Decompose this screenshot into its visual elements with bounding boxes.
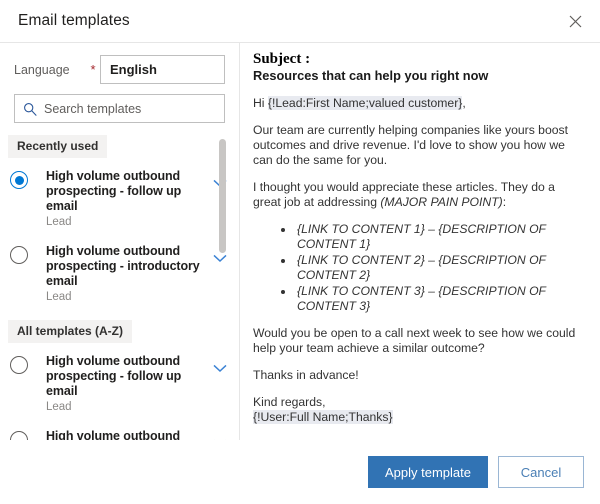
template-name: High volume outbound prospecting - intro… (46, 244, 205, 289)
list-item[interactable]: High volume outbound prospecting - intro… (0, 422, 239, 440)
body-paragraph-2: I thought you would appreciate these art… (253, 180, 586, 210)
subject-label: Subject : (253, 51, 586, 68)
list-item[interactable]: High volume outbound prospecting - follo… (0, 347, 239, 422)
subject-text: Resources that can help you right now (253, 68, 586, 84)
apply-template-button[interactable]: Apply template (368, 456, 488, 488)
email-preview: Subject : Resources that can help you ri… (253, 51, 586, 425)
template-entity: Lead (46, 215, 205, 230)
signoff-text: Kind regards, (253, 395, 326, 409)
close-icon (569, 15, 582, 28)
lead-first-name-token: {!Lead:First Name;valued customer} (268, 96, 462, 110)
content-link-list: {LINK TO CONTENT 1} – {DESCRIPTION OF CO… (253, 222, 586, 314)
greeting-line: Hi {!Lead:First Name;valued customer}, (253, 96, 586, 111)
language-label: Language (14, 62, 86, 78)
user-full-name-token: {!User:Full Name;Thanks} (253, 410, 393, 424)
template-text: High volume outbound prospecting - follo… (28, 169, 209, 230)
search-box[interactable] (14, 94, 225, 123)
greeting-prefix: Hi (253, 96, 268, 110)
template-list: Recently used High volume outbound prosp… (0, 135, 239, 440)
cancel-button[interactable]: Cancel (498, 456, 584, 488)
dialog-header: Email templates (0, 0, 600, 42)
search-input[interactable] (37, 95, 216, 122)
greeting-suffix: , (462, 96, 465, 110)
template-name: High volume outbound prospecting - follo… (46, 169, 205, 214)
body-paragraph-4: Thanks in advance! (253, 368, 586, 383)
template-list-scroll-area[interactable]: Recently used High volume outbound prosp… (0, 135, 239, 440)
template-text: High volume outbound prospecting - intro… (28, 429, 209, 440)
page-title: Email templates (18, 11, 130, 31)
template-radio[interactable] (10, 431, 28, 440)
language-row: Language * English (0, 43, 239, 84)
signoff-block: Kind regards,{!User:Full Name;Thanks} (253, 395, 586, 425)
major-pain-point-placeholder: (MAJOR PAIN POINT) (380, 195, 502, 209)
template-entity: Lead (46, 400, 205, 415)
template-text: High volume outbound prospecting - follo… (28, 354, 209, 415)
list-item[interactable]: High volume outbound prospecting - intro… (0, 237, 239, 312)
email-templates-dialog: Email templates Language * English (0, 0, 600, 504)
template-name: High volume outbound prospecting - follo… (46, 354, 205, 399)
template-entity: Lead (46, 290, 205, 305)
body-paragraph-3: Would you be open to a call next week to… (253, 326, 586, 356)
template-list-scrollbar[interactable] (219, 135, 226, 440)
template-radio[interactable] (10, 171, 28, 189)
group-header-all-templates: All templates (A-Z) (8, 320, 132, 343)
template-name: High volume outbound prospecting - intro… (46, 429, 205, 440)
scrollbar-thumb[interactable] (219, 139, 226, 253)
language-value: English (110, 62, 157, 77)
search-icon (23, 102, 37, 116)
template-radio[interactable] (10, 246, 28, 264)
template-selector-pane: Language * English (0, 43, 240, 440)
required-asterisk: * (86, 63, 100, 77)
close-button[interactable] (560, 6, 590, 36)
body-paragraph-1: Our team are currently helping companies… (253, 123, 586, 168)
search-row (0, 84, 239, 123)
template-preview-pane: Subject : Resources that can help you ri… (240, 43, 600, 440)
language-field[interactable]: English (100, 55, 225, 84)
group-header-recently-used: Recently used (8, 135, 107, 158)
paragraph-2-suffix: : (503, 195, 506, 209)
list-item: {LINK TO CONTENT 2} – {DESCRIPTION OF CO… (295, 253, 586, 283)
template-radio[interactable] (10, 356, 28, 374)
list-item: {LINK TO CONTENT 3} – {DESCRIPTION OF CO… (295, 284, 586, 314)
template-text: High volume outbound prospecting - intro… (28, 244, 209, 305)
dialog-body: Language * English (0, 43, 600, 440)
list-item[interactable]: High volume outbound prospecting - follo… (0, 162, 239, 237)
dialog-footer: Apply template Cancel (0, 440, 600, 504)
list-item: {LINK TO CONTENT 1} – {DESCRIPTION OF CO… (295, 222, 586, 252)
